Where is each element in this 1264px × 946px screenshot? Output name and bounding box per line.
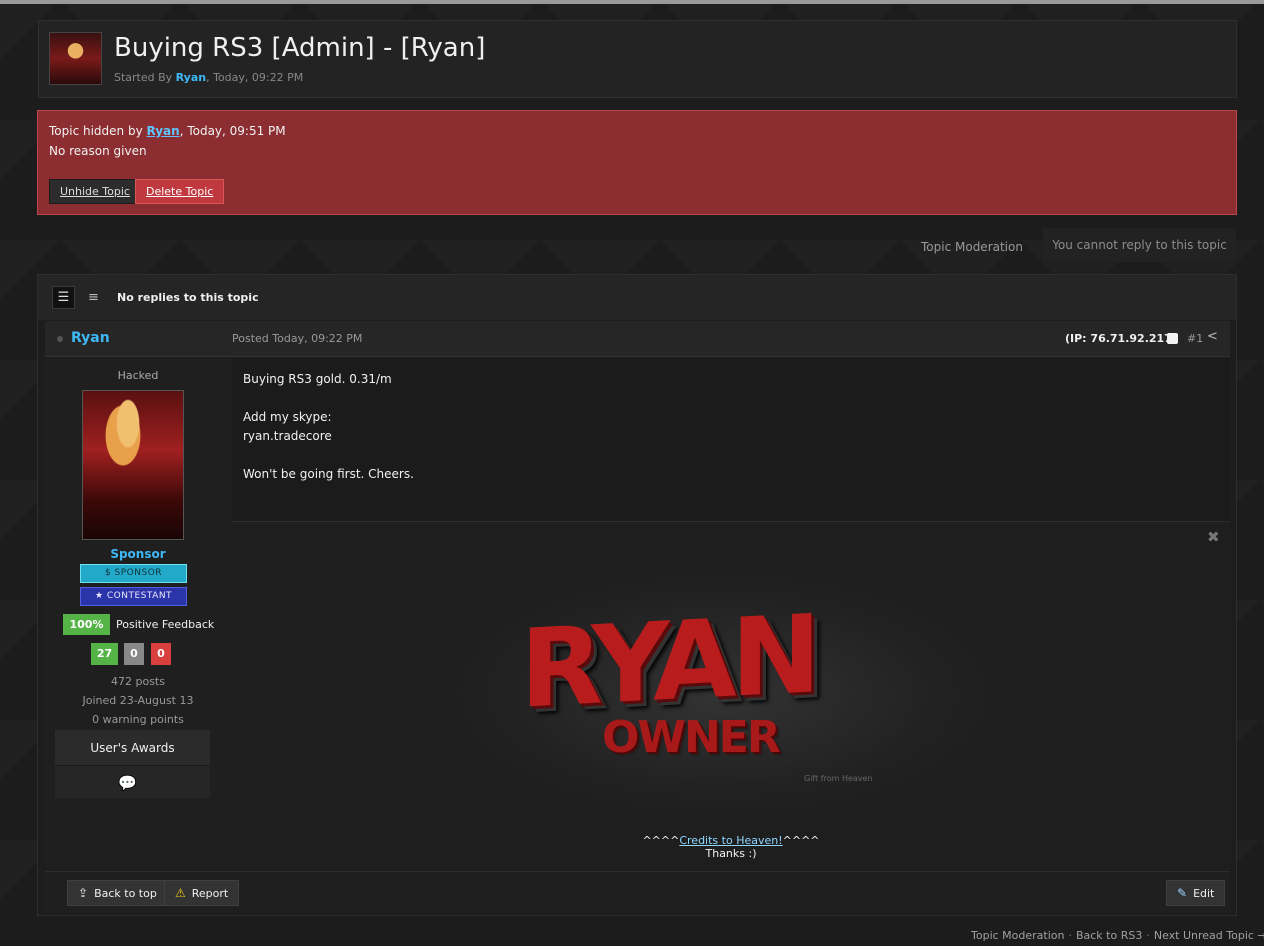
signature: ✖ RYAN OWNER Gift from Heaven ^^^^Credit… <box>232 521 1230 870</box>
hidden-by-date: , Today, 09:51 PM <box>179 124 286 138</box>
post-date: Posted Today, 09:22 PM <box>232 332 363 345</box>
author-info-column: Hacked Sponsor $ SPONSOR ★ CONTESTANT 10… <box>45 358 231 870</box>
post-line: Buying RS3 gold. 0.31/m <box>243 372 392 386</box>
topic-header: Buying RS3 [Admin] - [Ryan] Started By R… <box>38 20 1237 98</box>
edit-label: Edit <box>1193 887 1215 900</box>
sponsor-badge: $ SPONSOR <box>80 564 187 583</box>
arrow-up-icon: ⇪ <box>78 886 89 900</box>
edit-button[interactable]: ✎ Edit <box>1166 880 1226 906</box>
post-footer: ⇪ Back to top ⚠ Report ✎ Edit <box>45 871 1230 913</box>
multiquote-checkbox[interactable] <box>1167 333 1178 344</box>
report-label: Report <box>191 887 229 900</box>
online-status-icon <box>57 336 63 342</box>
topic-meta: Started By Ryan, Today, 09:22 PM <box>114 71 303 84</box>
award-chat-icon[interactable]: 💬 <box>118 774 137 792</box>
feedback-positive-count[interactable]: 27 <box>91 643 118 665</box>
browser-top-strip <box>0 0 1264 4</box>
separator: · <box>1146 929 1150 942</box>
no-replies-label: No replies to this topic <box>117 291 259 304</box>
signature-thanks: Thanks :) <box>705 847 757 860</box>
signature-banner-owner: OWNER <box>602 712 781 763</box>
sponsor-badge-label: SPONSOR <box>114 568 163 578</box>
started-by-label: Started By <box>114 71 176 84</box>
post-author-link[interactable]: Ryan <box>71 330 110 346</box>
warning-icon: ⚠ <box>175 886 186 900</box>
post-content: Buying RS3 gold. 0.31/m Add my skype: ry… <box>243 370 414 484</box>
post-header: Ryan Posted Today, 09:22 PM (IP: 76.71.9… <box>45 321 1230 357</box>
user-awards-title: User's Awards <box>55 730 210 766</box>
topic-title: Buying RS3 [Admin] - [Ryan] <box>114 33 486 63</box>
author-avatar[interactable] <box>82 390 184 540</box>
bottom-topic-moderation-link[interactable]: Topic Moderation <box>971 929 1064 942</box>
credits-link[interactable]: Credits to Heaven! <box>679 834 782 847</box>
post-ip-link[interactable]: (IP: 76.71.92.217) <box>1065 332 1177 345</box>
feedback-neutral-count[interactable]: 0 <box>124 643 144 665</box>
bottom-navigation: Topic Moderation · Back to RS3 · Next Unread… <box>971 929 1264 942</box>
dollar-icon: $ <box>104 568 115 578</box>
hidden-reason: No reason given <box>49 144 147 158</box>
topic-moderation-button[interactable]: Topic Moderation <box>921 240 1023 254</box>
contestant-badge: ★ CONTESTANT <box>80 587 187 606</box>
post-count: 472 posts <box>111 675 165 688</box>
back-to-forum-link[interactable]: Back to RS3 <box>1076 929 1142 942</box>
hidden-topic-notice: Topic hidden by Ryan, Today, 09:51 PM No… <box>37 110 1237 215</box>
hidden-by-prefix: Topic hidden by <box>49 124 147 138</box>
trophy-icon: ★ <box>94 591 107 601</box>
post-body: Buying RS3 gold. 0.31/m Add my skype: ry… <box>232 358 1230 870</box>
hidden-by-line: Topic hidden by Ryan, Today, 09:51 PM <box>49 124 286 138</box>
next-unread-topic-link[interactable]: Next Unread Topic → <box>1154 929 1264 942</box>
topic-date: , Today, 09:22 PM <box>206 71 304 84</box>
unhide-topic-button[interactable]: Unhide Topic <box>49 179 141 204</box>
credits-prefix: ^^^^ <box>642 834 680 847</box>
member-title: Hacked <box>117 369 159 382</box>
join-date: Joined 23-August 13 <box>82 694 194 707</box>
post-container: ☰ ≡ No replies to this topic Ryan Posted… <box>37 274 1237 916</box>
edit-icon: ✎ <box>1177 886 1188 900</box>
share-icon[interactable]: < <box>1207 329 1218 344</box>
credits-suffix: ^^^^ <box>782 834 820 847</box>
back-to-top-button[interactable]: ⇪ Back to top <box>67 880 168 906</box>
separator: · <box>1068 929 1072 942</box>
post-line: Add my skype: <box>243 410 332 424</box>
feedback-percent: 100% <box>63 614 110 635</box>
cannot-reply-notice: You cannot reply to this topic <box>1043 228 1236 262</box>
warning-points[interactable]: 0 warning points <box>45 713 231 726</box>
post-line <box>243 389 414 408</box>
report-button[interactable]: ⚠ Report <box>164 880 240 906</box>
post-list-toolbar: ☰ ≡ No replies to this topic <box>38 275 1236 320</box>
signature-banner-gift: Gift from Heaven <box>804 774 873 783</box>
signature-credits: ^^^^Credits to Heaven!^^^^ <box>232 834 1230 847</box>
contestant-badge-label: CONTESTANT <box>106 591 173 601</box>
feedback-label[interactable]: Positive Feedback <box>116 618 214 631</box>
post-number-link[interactable]: #1 <box>1187 332 1203 345</box>
member-group: Sponsor <box>110 547 166 561</box>
topic-author-avatar[interactable] <box>49 32 102 85</box>
post-line: ryan.tradecore <box>243 429 332 443</box>
post-line: Won't be going first. Cheers. <box>243 467 414 481</box>
back-to-top-label: Back to top <box>94 887 157 900</box>
user-awards-box: User's Awards 💬 <box>55 730 210 798</box>
linear-view-icon[interactable]: ≡ <box>82 286 105 309</box>
hide-signature-icon[interactable]: ✖ <box>1207 528 1220 546</box>
feedback-negative-count[interactable]: 0 <box>151 643 171 665</box>
topic-author-link[interactable]: Ryan <box>176 71 206 84</box>
hidden-by-user-link[interactable]: Ryan <box>147 124 180 138</box>
threaded-view-icon[interactable]: ☰ <box>52 286 75 309</box>
post-line <box>243 446 414 465</box>
delete-topic-button[interactable]: Delete Topic <box>135 179 225 204</box>
